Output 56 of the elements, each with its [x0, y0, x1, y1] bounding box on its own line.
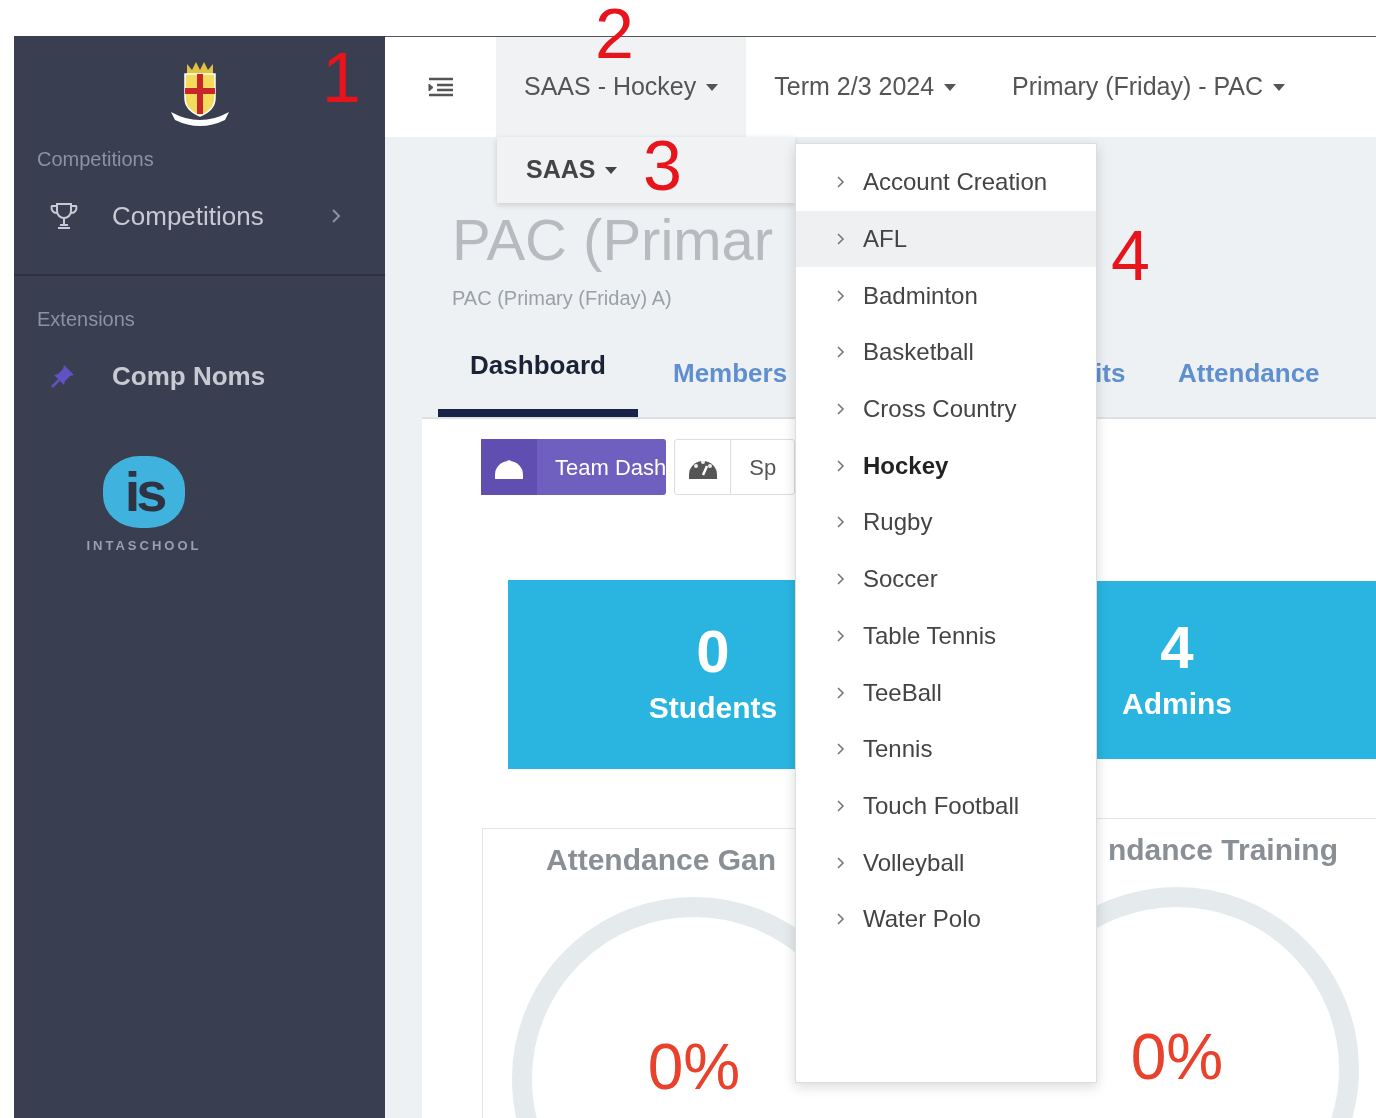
caret-icon [1273, 83, 1286, 91]
caret-icon [706, 83, 719, 91]
menu-icon[interactable] [426, 76, 455, 98]
chevron-right-icon [836, 742, 845, 757]
menu-item[interactable]: Soccer [796, 550, 1096, 608]
view-button[interactable]: Sp [674, 439, 795, 495]
menu-item[interactable]: Rugby [796, 494, 1096, 551]
page-subtitle: PAC (Primary (Friday) A) [452, 286, 672, 311]
chevron-right-icon [836, 515, 845, 530]
sidebar-item[interactable]: Comp Noms [14, 336, 385, 416]
gauge-title: ndance Training [1107, 832, 1338, 868]
chevron-right-icon [836, 175, 845, 190]
view-button[interactable]: Team Dash [481, 439, 667, 495]
menu-item[interactable]: Hockey [796, 437, 1096, 495]
menu-item[interactable]: Badminton [796, 267, 1096, 325]
chevron-right-icon [836, 798, 845, 813]
annotation-number: 1 [322, 38, 361, 118]
brand-wordmark: INTASCHOOL [86, 537, 202, 555]
sidebar-item[interactable]: Competitions [14, 176, 385, 256]
menu-item[interactable]: Tennis [796, 720, 1096, 778]
menu-item[interactable]: Cross Country [796, 380, 1096, 438]
menu-item[interactable]: Account Creation [796, 154, 1096, 211]
stat-label: Admins [1122, 685, 1232, 722]
menu-item[interactable]: Water Polo [796, 890, 1096, 948]
submenu-button[interactable]: SAAS [526, 151, 618, 189]
gauge-value: 0% [647, 1030, 741, 1105]
menu-item[interactable]: Touch Football [796, 777, 1096, 835]
section-title: Competitions [36, 147, 155, 172]
caret-icon [944, 83, 957, 91]
stat-label: Students [648, 690, 778, 726]
menu-item[interactable]: Volleyball [796, 834, 1096, 891]
menu-item[interactable]: TeeBall [796, 664, 1096, 721]
chevron-right-icon [836, 572, 845, 587]
section-title: Extensions [36, 307, 136, 332]
trophy-icon [50, 201, 78, 231]
menu-item[interactable]: AFL [796, 210, 1096, 268]
chevron-right-icon [836, 232, 845, 247]
menu-item[interactable]: Table Tennis [796, 607, 1096, 665]
chevron-right-icon [836, 685, 845, 700]
pin-icon [50, 363, 76, 389]
caret-icon [605, 166, 618, 174]
chevron-right-icon [836, 855, 845, 870]
chevron-right-icon [836, 628, 845, 643]
chevron-right-icon [836, 912, 845, 927]
gauge-value: 0% [1130, 1020, 1224, 1095]
annotation-number: 4 [1111, 216, 1150, 296]
chevron-right-icon [836, 345, 845, 360]
chevron-right-icon [836, 458, 845, 473]
brand-logo-mark: is [103, 456, 185, 528]
menu-item[interactable]: Basketball [796, 324, 1096, 381]
stat-value: 4 [1160, 614, 1194, 681]
gauge-title: Attendance Gan [546, 842, 777, 878]
chevron-right-icon [331, 208, 341, 224]
stat-value: 0 [696, 619, 730, 685]
chevron-right-icon [836, 288, 845, 303]
chevron-right-icon [836, 402, 845, 417]
